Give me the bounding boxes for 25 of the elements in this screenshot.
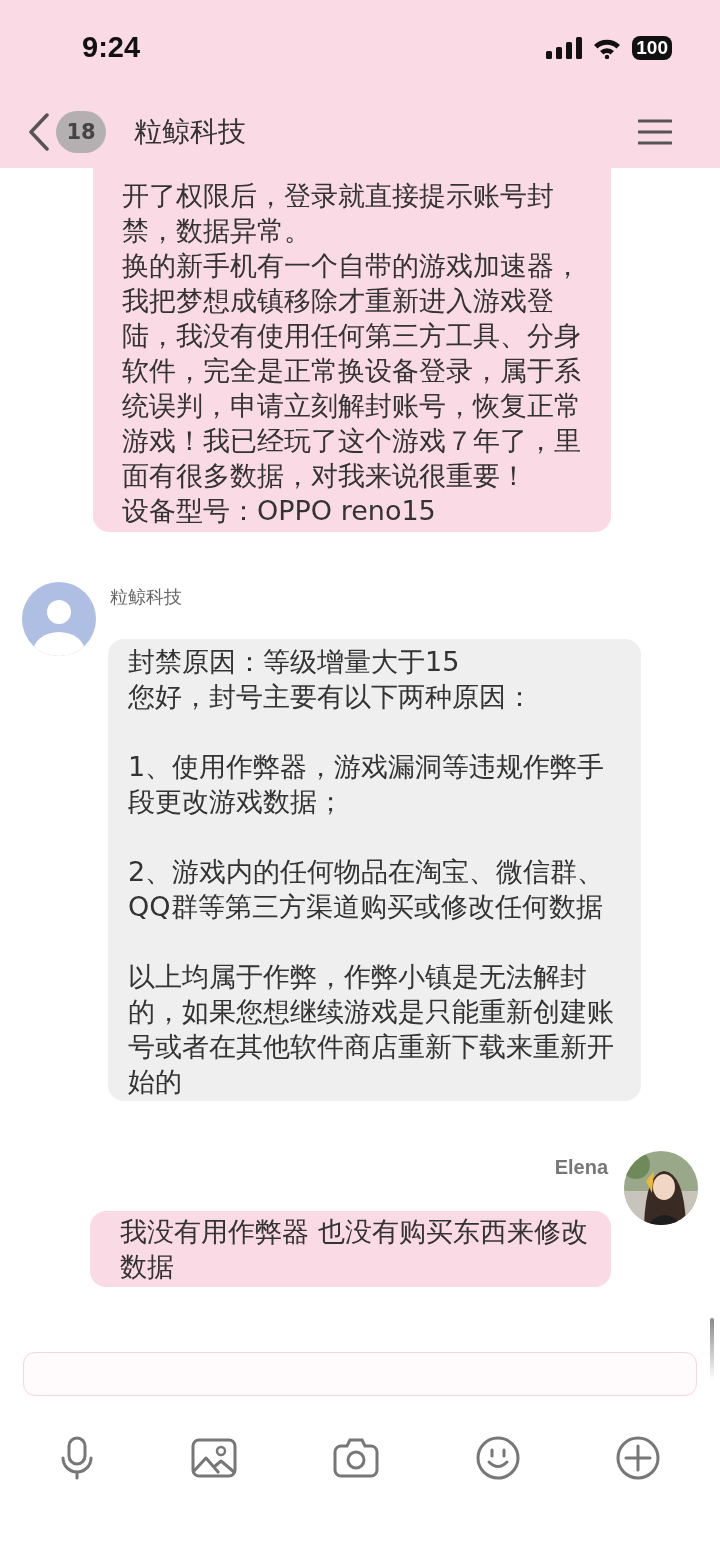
message-text: 您好，封号主要有以下两种原因： [128, 680, 534, 714]
emoji-icon[interactable] [475, 1436, 520, 1480]
scroll-bar [710, 1318, 714, 1380]
status-time: 9:24 [82, 31, 141, 64]
message-text: 2、游戏内的任何物品在淘宝、微信群、QQ群等第三方渠道购买或修改任何数据 [128, 855, 606, 924]
chat-title: 粒鲸科技 [134, 113, 247, 150]
input-field[interactable] [23, 1352, 697, 1396]
message-text: 开了权限后，登录就直接提示账号封禁，数据异常。 [122, 179, 555, 248]
message-text: 1、使用作弊器，游戏漏洞等违规作弊手段更改游戏数据； [128, 750, 606, 819]
menu-icon[interactable] [638, 117, 672, 146]
message-text: 换的新手机有一个自带的游戏加速器，我把梦想成镇移除才重新进入游戏登陆，我没有使用任何第三方工具、分身软件，完全是正常换设备登录，属于系统误判，申请立刻解封账号，恢复正常游戏！我已经玩了这个游戏７年了，里面有很多数据，对我来说很重要！ [122, 249, 582, 493]
unread-count-badge: 18 [56, 110, 106, 153]
back-icon[interactable] [28, 112, 50, 151]
sender-name: 粒鲸科技 [110, 586, 182, 608]
image-icon[interactable] [190, 1438, 237, 1478]
sender-name: Elena [554, 1156, 608, 1178]
microphone-icon[interactable] [60, 1436, 94, 1480]
message-text: 设备型号：OPPO reno15 [122, 494, 437, 528]
add-icon[interactable] [616, 1436, 660, 1480]
signal-icon [546, 36, 583, 59]
battery-indicator: 100 [632, 35, 672, 60]
camera-icon[interactable] [333, 1438, 379, 1478]
message-text: 我没有用作弊器 也没有购买东西来修改数据 [120, 1215, 589, 1284]
message-text: 封禁原因：等级增量大于15 [128, 645, 461, 679]
message-text: 以上均属于作弊，作弊小镇是无法解封的，如果您想继续游戏是只能重新创建账号或者在其他软件商店重新下载来重新开始的 [128, 960, 615, 1099]
